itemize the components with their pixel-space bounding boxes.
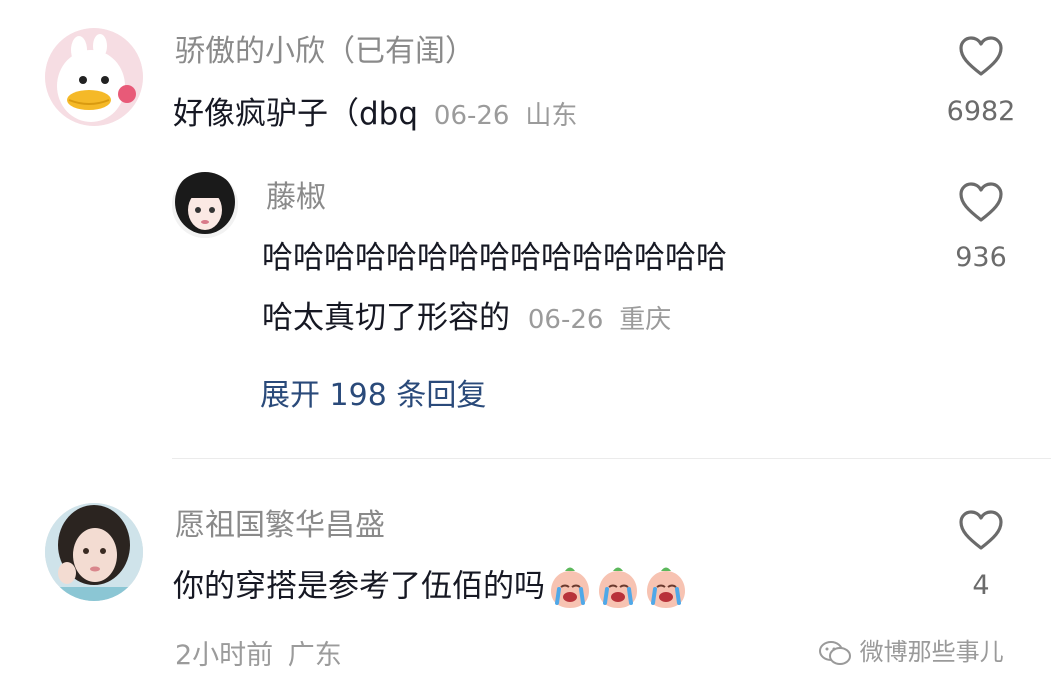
watermark: 微博那些事儿: [818, 632, 1004, 667]
like-heart-icon[interactable]: [958, 181, 1004, 223]
comment-body: 你的穿搭是参考了伍佰的吗: [173, 565, 689, 611]
expand-replies-link[interactable]: 展开 198 条回复: [260, 370, 486, 414]
reply-like-count: 936: [955, 242, 1007, 273]
reply-username[interactable]: 藤椒: [266, 180, 326, 216]
crying-peach-emoji-icon: [599, 567, 637, 608]
duck-avatar-icon: [45, 28, 143, 126]
comment-location: 广东: [287, 640, 342, 671]
anime-girl-avatar-icon: [172, 172, 238, 238]
comment-body: 好像疯驴子（dbq 06-26 山东: [173, 94, 577, 136]
divider: [172, 458, 1051, 459]
wechat-logo-icon: [819, 641, 851, 665]
comment-meta: 2小时前 广东: [175, 633, 342, 672]
comment-location: 山东: [525, 101, 578, 131]
comment-username[interactable]: 愿祖国繁华昌盛: [175, 508, 385, 544]
comment-avatar[interactable]: [45, 28, 143, 126]
comment-text: 你的穿搭是参考了伍佰的吗: [173, 568, 545, 605]
comment-username[interactable]: 骄傲的小欣（已有闺）: [175, 34, 475, 70]
reply-text: 哈太真切了形容的: [262, 300, 510, 336]
reply-text-line1: 哈哈哈哈哈哈哈哈哈哈哈哈哈哈哈: [262, 240, 727, 276]
comment-text: 好像疯驴子（dbq: [173, 96, 419, 132]
reply-avatar[interactable]: [172, 172, 238, 238]
reply-date: 06-26: [527, 305, 604, 335]
comment-date: 06-26: [433, 101, 510, 131]
crying-peach-emoji-icon: [551, 567, 589, 608]
like-count: 4: [972, 570, 990, 601]
crying-peach-emoji-icon: [647, 567, 685, 608]
emoji-row: [545, 567, 689, 608]
watermark-text: 微博那些事儿: [859, 638, 1004, 666]
reply-location: 重庆: [619, 305, 672, 335]
girl-photo-avatar-icon: [45, 503, 143, 601]
comment-time: 2小时前: [175, 640, 274, 671]
reply-text-line2: 哈太真切了形容的 06-26 重庆: [262, 298, 671, 340]
comment-avatar[interactable]: [45, 503, 143, 601]
like-heart-icon[interactable]: [958, 35, 1004, 77]
like-count: 6982: [946, 96, 1016, 127]
like-heart-icon[interactable]: [958, 509, 1004, 551]
